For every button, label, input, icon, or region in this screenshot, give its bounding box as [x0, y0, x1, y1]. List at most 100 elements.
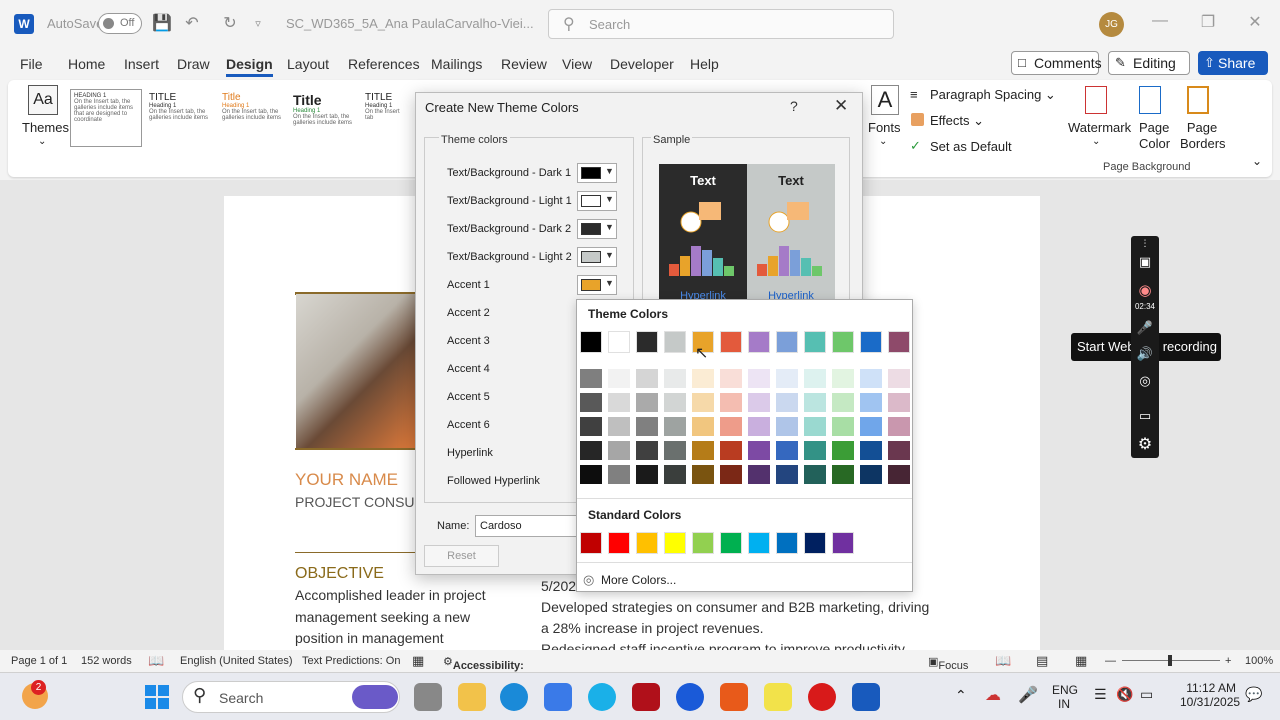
- macro-icon[interactable]: ▦: [412, 653, 424, 669]
- shade-color-swatch[interactable]: [860, 417, 882, 436]
- theme-color-swatch[interactable]: [888, 331, 910, 353]
- tab-review[interactable]: Review: [501, 56, 547, 72]
- experience-date[interactable]: 5/202: [541, 578, 576, 594]
- accessibility-status[interactable]: ⚙ Accessibility: Investigate: [443, 655, 524, 684]
- word-taskbar-icon[interactable]: [852, 683, 880, 711]
- tab-references[interactable]: References: [348, 56, 420, 72]
- search-input[interactable]: ⚲ Search: [548, 9, 894, 39]
- chevron-down-icon[interactable]: ⌄: [1092, 136, 1100, 147]
- shade-color-swatch[interactable]: [860, 369, 882, 388]
- zoom-slider-thumb[interactable]: [1168, 655, 1172, 666]
- theme-color-dropdown[interactable]: ▼: [577, 247, 617, 267]
- undo-icon[interactable]: ↶: [182, 13, 202, 33]
- brave-icon[interactable]: [720, 683, 748, 711]
- battery-icon[interactable]: ▭: [1140, 686, 1153, 703]
- speaker-icon[interactable]: 🔊: [1135, 346, 1155, 362]
- screen-icon[interactable]: ▭: [1135, 408, 1155, 424]
- shade-color-swatch[interactable]: [720, 465, 742, 484]
- standard-color-swatch[interactable]: [608, 532, 630, 554]
- shade-color-swatch[interactable]: [720, 441, 742, 460]
- theme-color-dropdown[interactable]: ▼: [577, 191, 617, 211]
- profile-photo[interactable]: [296, 294, 416, 448]
- shade-color-swatch[interactable]: [636, 441, 658, 460]
- shade-color-swatch[interactable]: [860, 393, 882, 412]
- share-button[interactable]: ⇧ Share: [1198, 51, 1268, 75]
- shade-color-swatch[interactable]: [860, 441, 882, 460]
- theme-color-swatch[interactable]: [636, 331, 658, 353]
- print-layout-icon[interactable]: ▤: [1036, 653, 1048, 669]
- effects-button[interactable]: Effects ⌄: [930, 113, 984, 129]
- store-icon[interactable]: [544, 683, 572, 711]
- theme-color-swatch[interactable]: [804, 331, 826, 353]
- standard-color-swatch[interactable]: [804, 532, 826, 554]
- theme-color-dropdown[interactable]: ▼: [577, 219, 617, 239]
- wifi-icon[interactable]: ☰: [1094, 686, 1107, 703]
- shade-color-swatch[interactable]: [832, 369, 854, 388]
- shade-color-swatch[interactable]: [720, 369, 742, 388]
- task-view-icon[interactable]: [414, 683, 442, 711]
- shade-color-swatch[interactable]: [832, 417, 854, 436]
- style-gallery-item[interactable]: TITLE Heading 1 On the Insert tab, the gal…: [146, 89, 218, 147]
- shade-color-swatch[interactable]: [804, 465, 826, 484]
- standard-color-swatch[interactable]: [748, 532, 770, 554]
- shade-color-swatch[interactable]: [664, 369, 686, 388]
- shade-color-swatch[interactable]: [580, 465, 602, 484]
- shade-color-swatch[interactable]: [804, 393, 826, 412]
- shade-color-swatch[interactable]: [832, 393, 854, 412]
- help-app-icon[interactable]: [588, 683, 616, 711]
- theme-color-swatch[interactable]: [664, 331, 686, 353]
- tab-mailings[interactable]: Mailings: [431, 56, 482, 72]
- shade-color-swatch[interactable]: [832, 465, 854, 484]
- shade-color-swatch[interactable]: [664, 465, 686, 484]
- network-alert-icon[interactable]: ☁: [985, 685, 1001, 705]
- minimize-icon[interactable]: —: [1148, 12, 1172, 30]
- copilot-icon[interactable]: [352, 685, 398, 709]
- chevron-up-icon[interactable]: ⌃: [955, 687, 967, 704]
- tab-layout[interactable]: Layout: [287, 56, 329, 72]
- proofing-icon[interactable]: 📖: [148, 653, 164, 669]
- tab-design[interactable]: Design: [226, 56, 273, 77]
- shade-color-swatch[interactable]: [832, 441, 854, 460]
- watermark-button[interactable]: Watermark: [1068, 120, 1131, 135]
- start-icon[interactable]: [145, 685, 169, 709]
- text-predictions-status[interactable]: Text Predictions: On: [302, 655, 400, 667]
- shade-color-swatch[interactable]: [776, 369, 798, 388]
- shade-color-swatch[interactable]: [804, 369, 826, 388]
- read-mode-icon[interactable]: 📖: [995, 653, 1011, 669]
- zoom-level[interactable]: 100%: [1245, 655, 1273, 667]
- themes-icon[interactable]: Aa: [28, 85, 58, 115]
- tab-draw[interactable]: Draw: [177, 56, 210, 72]
- page-borders-button[interactable]: Page Borders: [1180, 120, 1226, 152]
- shade-color-swatch[interactable]: [692, 465, 714, 484]
- tab-help[interactable]: Help: [690, 56, 719, 72]
- shade-color-swatch[interactable]: [748, 417, 770, 436]
- shade-color-swatch[interactable]: [636, 393, 658, 412]
- shade-color-swatch[interactable]: [860, 465, 882, 484]
- experience-line[interactable]: Developed strategies on consumer and B2B…: [541, 599, 929, 615]
- objective-line[interactable]: Accomplished leader in project: [295, 587, 486, 603]
- language-status[interactable]: English (United States): [180, 655, 293, 667]
- shade-color-swatch[interactable]: [580, 369, 602, 388]
- tab-view[interactable]: View: [562, 56, 592, 72]
- theme-color-swatch[interactable]: [608, 331, 630, 353]
- experience-line[interactable]: Redesigned staff incentive program to im…: [541, 641, 905, 650]
- shade-color-swatch[interactable]: [608, 369, 630, 388]
- more-colors-button[interactable]: More Colors...: [601, 573, 676, 587]
- project-consult-text[interactable]: PROJECT CONSULT: [295, 494, 430, 510]
- tab-home[interactable]: Home: [68, 56, 105, 72]
- shade-color-swatch[interactable]: [692, 369, 714, 388]
- standard-color-swatch[interactable]: [720, 532, 742, 554]
- avatar[interactable]: JG: [1099, 12, 1124, 37]
- drag-handle-icon[interactable]: ⋮: [1135, 238, 1155, 249]
- style-gallery-item[interactable]: Title Heading 1 On the Insert tab, the gal…: [219, 89, 291, 147]
- style-gallery-item[interactable]: TITLE Heading 1 On the Insert tab: [362, 89, 412, 147]
- shade-color-swatch[interactable]: [608, 393, 630, 412]
- shade-color-swatch[interactable]: [664, 393, 686, 412]
- recorder-app-icon[interactable]: [808, 683, 836, 711]
- shade-color-swatch[interactable]: [664, 441, 686, 460]
- style-gallery-item[interactable]: Title Heading 1 On the Insert tab, the gal…: [290, 89, 362, 147]
- standard-color-swatch[interactable]: [636, 532, 658, 554]
- shade-color-swatch[interactable]: [580, 441, 602, 460]
- standard-color-swatch[interactable]: [580, 532, 602, 554]
- theme-color-dropdown[interactable]: ▼: [577, 163, 617, 183]
